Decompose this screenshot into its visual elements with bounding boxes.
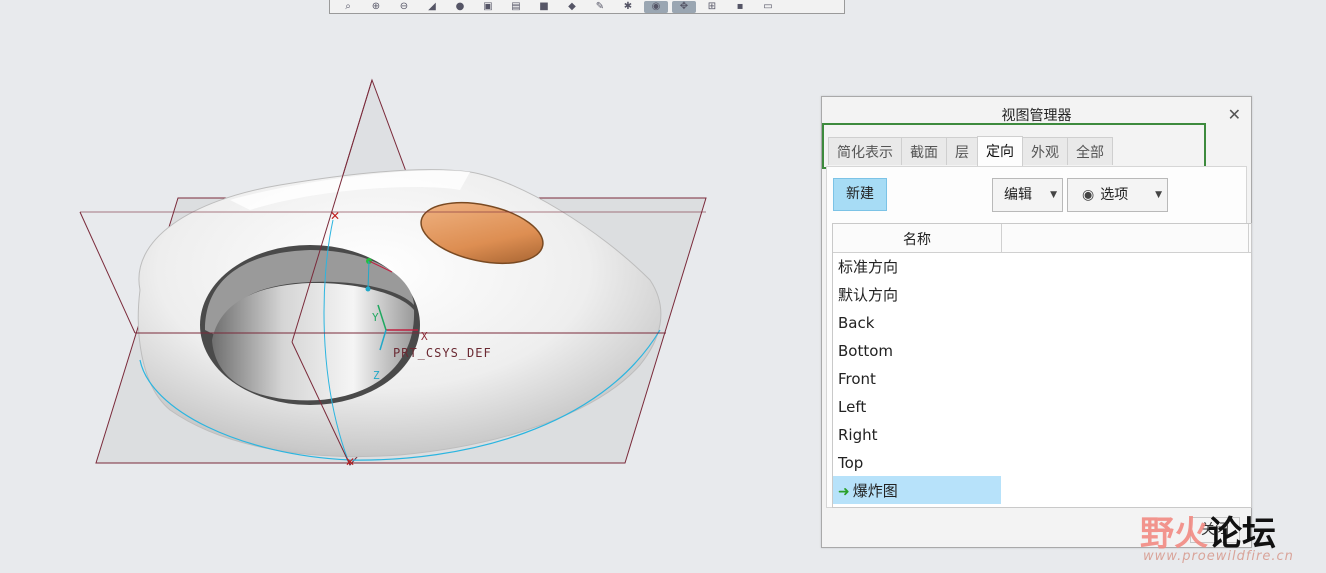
spin-center-icon[interactable]: ✥ <box>672 0 696 13</box>
point-icon[interactable]: ▪ <box>728 1 752 13</box>
list-header: 名称 <box>833 224 1251 253</box>
list-item[interactable]: Back <box>833 308 1001 336</box>
watermark-logo: 野火论坛 <box>1140 514 1276 554</box>
repaint-icon[interactable]: ◢ <box>420 1 444 13</box>
edit-button[interactable]: 编辑 ▼ <box>992 178 1063 212</box>
svg-text:✕: ✕ <box>330 209 340 223</box>
list-item[interactable]: Left <box>833 392 1001 420</box>
plane-display-icon[interactable]: ▭ <box>756 1 780 13</box>
watermark-url: www.proewildfire.cn <box>1143 549 1294 564</box>
list-item[interactable]: 默认方向 <box>833 280 1001 308</box>
saved-views-icon[interactable]: ▣ <box>476 1 500 13</box>
list-item[interactable]: 标准方向 <box>833 252 1001 280</box>
column-header-name[interactable]: 名称 <box>833 224 1002 252</box>
datum-icon[interactable]: ✱ <box>616 1 640 13</box>
options-label: 选项 <box>1100 187 1129 203</box>
perspective-icon[interactable]: ◆ <box>560 1 584 13</box>
annotation-icon[interactable]: ✎ <box>588 1 612 13</box>
zoom-fit-icon[interactable]: ⌕ <box>336 1 360 13</box>
axis-y-label: Y <box>372 311 379 324</box>
display-style-icon[interactable]: ■ <box>532 1 556 13</box>
options-button[interactable]: ◉ 选项 ▼ <box>1067 178 1168 212</box>
tab-highlight-box <box>822 123 1206 169</box>
list-item-selected[interactable]: ➜ 爆炸图 <box>833 476 1001 504</box>
view-list[interactable]: 名称 标准方向 默认方向 Back Bottom Front Left Righ… <box>832 223 1252 508</box>
model-render: ✕ ✕ <box>79 78 707 469</box>
list-item[interactable]: Bottom <box>833 336 1001 364</box>
csys-label: PRT_CSYS_DEF <box>393 346 492 360</box>
list-item[interactable]: Top <box>833 448 1001 476</box>
zoom-in-icon[interactable]: ⊕ <box>364 1 388 13</box>
view-manager-dialog: 视图管理器 ✕ 简化表示 截面 层 定向 外观 全部 新建 编辑 ▼ ◉ 选项 ▼… <box>821 96 1252 548</box>
orient-panel: 新建 编辑 ▼ ◉ 选项 ▼ 名称 标准方向 默认方向 Back Bottom F… <box>826 166 1252 508</box>
list-rows: 标准方向 默认方向 Back Bottom Front Left Right T… <box>833 252 1251 504</box>
graphics-viewport[interactable]: ✕ ✕ X Y Z PRT_CSYS_DEF <box>0 14 820 573</box>
close-icon[interactable]: ✕ <box>1228 107 1241 123</box>
svg-text:✕: ✕ <box>345 455 355 469</box>
list-item[interactable]: Right <box>833 420 1001 448</box>
shading-icon[interactable]: ● <box>448 1 472 13</box>
eye-icon[interactable]: ◉ <box>644 0 668 13</box>
view-manager-icon[interactable]: ▤ <box>504 1 528 13</box>
edit-label: 编辑 <box>1004 187 1032 203</box>
csys-icon[interactable]: ⊞ <box>700 1 724 13</box>
zoom-out-icon[interactable]: ⊖ <box>392 1 416 13</box>
new-button[interactable]: 新建 <box>833 178 887 211</box>
arrow-right-icon: ➜ <box>838 484 850 500</box>
list-item-label: 爆炸图 <box>852 482 898 500</box>
list-item[interactable]: Front <box>833 364 1001 392</box>
chevron-down-icon: ▼ <box>1155 190 1162 200</box>
eye-icon: ◉ <box>1082 187 1095 203</box>
axis-x-label: X <box>421 330 428 343</box>
column-header-empty <box>1002 224 1249 252</box>
graphics-toolbar: ⌕ ⊕ ⊖ ◢ ● ▣ ▤ ■ ◆ ✎ ✱ ◉ ✥ ⊞ ▪ ▭ <box>329 0 845 14</box>
chevron-down-icon: ▼ <box>1050 190 1057 200</box>
axis-z-label: Z <box>373 369 380 382</box>
